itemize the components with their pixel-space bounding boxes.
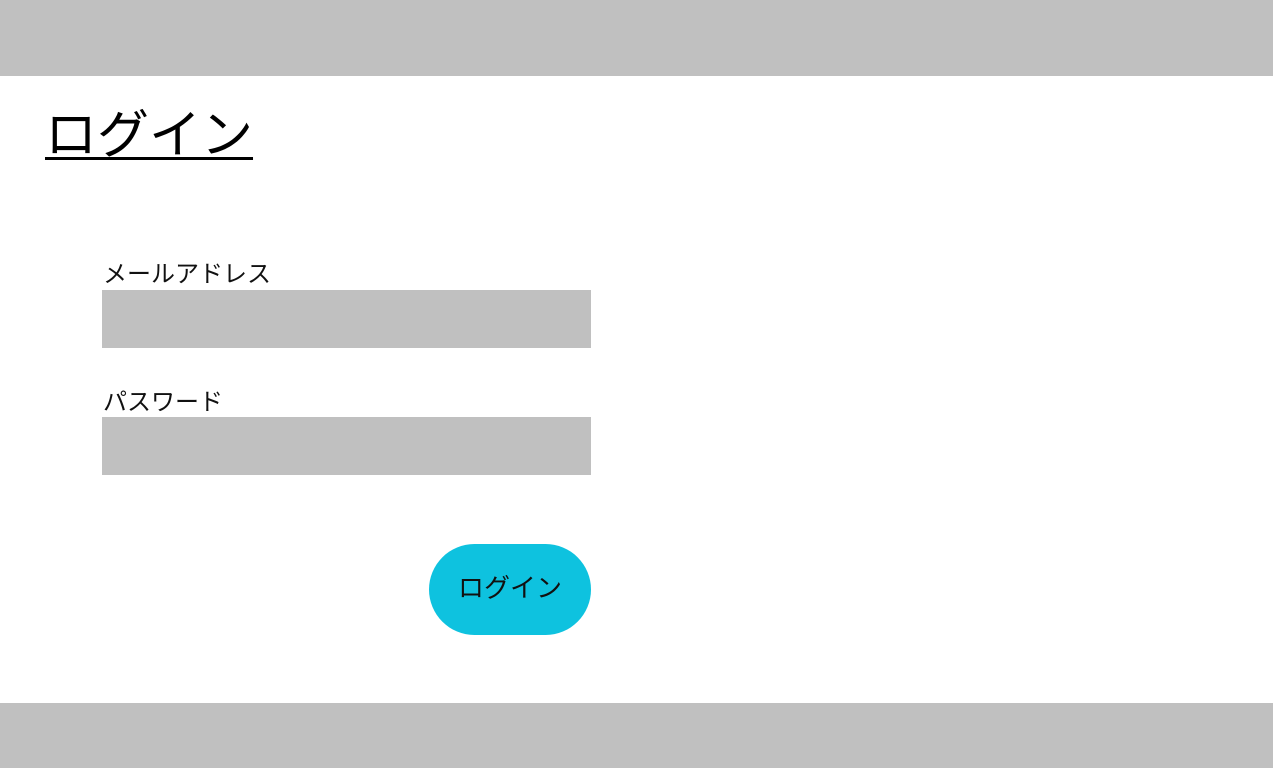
login-button[interactable]: ログイン xyxy=(429,544,591,635)
password-label: パスワード xyxy=(103,388,223,416)
footer-bar xyxy=(0,703,1273,768)
page-title: ログイン xyxy=(45,106,254,166)
password-field[interactable] xyxy=(102,417,591,475)
email-label: メールアドレス xyxy=(103,260,271,288)
header-bar xyxy=(0,0,1273,76)
email-field[interactable] xyxy=(102,290,591,348)
